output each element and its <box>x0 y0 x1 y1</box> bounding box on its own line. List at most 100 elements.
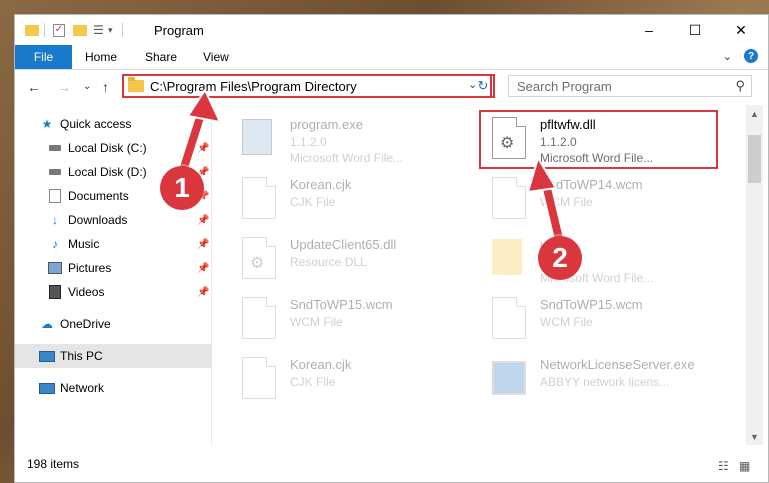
file-type: WCM File <box>540 195 593 209</box>
sidebar-item-label: Downloads <box>68 213 128 227</box>
tab-view[interactable]: View <box>203 45 229 69</box>
gear-icon: ⚙ <box>250 255 265 272</box>
computer-icon <box>39 349 55 363</box>
file-item[interactable]: SndToWP15.wcm WCM File <box>482 289 722 345</box>
file-type: ABBYY network licens... <box>540 375 670 389</box>
sidebar-item-videos[interactable]: Videos 📌 <box>15 280 211 304</box>
search-icon: ⚲ <box>735 78 745 93</box>
music-icon: ♪ <box>52 237 58 251</box>
callout-2: 2 <box>538 236 582 280</box>
sidebar-item-label: Documents <box>68 189 129 203</box>
new-folder-icon[interactable] <box>73 22 87 38</box>
divider <box>44 23 45 37</box>
file-item[interactable]: SndToWP14.wcm WCM File <box>482 169 722 225</box>
file-name: Korean.cjk <box>290 357 352 372</box>
pin-icon[interactable]: 📌 <box>197 215 209 226</box>
search-placeholder: Search Program <box>517 79 612 94</box>
maximize-button[interactable]: ☐ <box>672 15 718 45</box>
sidebar-item-label: This PC <box>60 349 103 363</box>
file-item[interactable]: Korean.cjk CJK File <box>232 169 472 225</box>
item-count: 198 items <box>27 457 80 471</box>
chevron-down-icon[interactable]: ▾ <box>108 22 113 38</box>
tiles-view-icon[interactable]: ▦ <box>739 459 755 473</box>
sidebar-item-label: Quick access <box>60 117 132 131</box>
file-item[interactable]: ⚙ UpdateClient65.dll Resource DLL <box>232 229 472 285</box>
refresh-button[interactable]: ↻ <box>473 74 495 98</box>
file-icon <box>238 175 278 219</box>
scroll-down-icon[interactable]: ▼ <box>746 428 763 445</box>
file-icon <box>488 295 528 339</box>
properties-icon[interactable]: ✓ <box>53 22 65 38</box>
sidebar-item-label: Local Disk (D:) <box>68 165 147 179</box>
drive-icon <box>47 165 63 179</box>
download-icon: ↓ <box>52 213 58 227</box>
pin-icon[interactable]: 📌 <box>197 287 209 298</box>
file-name: SndToWP15.wcm <box>290 297 393 312</box>
sidebar-item-label: OneDrive <box>60 317 111 331</box>
sidebar-item-label: Local Disk (C:) <box>68 141 147 155</box>
search-input[interactable]: Search Program ⚲ <box>508 75 752 97</box>
sidebar-item-onedrive[interactable]: ☁ OneDrive <box>15 312 211 336</box>
file-name: program.exe <box>290 117 363 132</box>
up-icon[interactable]: ↑ <box>102 79 109 95</box>
tab-file[interactable]: File <box>15 45 72 69</box>
file-item[interactable]: Korean.cjk CJK File <box>232 349 472 405</box>
folder-icon <box>25 22 39 38</box>
divider <box>122 23 123 37</box>
sidebar-item-network[interactable]: Network <box>15 376 211 400</box>
scrollbar-thumb[interactable] <box>748 135 761 183</box>
file-item[interactable]: SndToWP15.wcm WCM File <box>232 289 472 345</box>
file-name: SndToWP14.wcm <box>540 177 643 192</box>
sidebar-item-pictures[interactable]: Pictures 📌 <box>15 256 211 280</box>
help-icon[interactable]: ? <box>744 49 758 63</box>
folder-icon <box>488 235 528 279</box>
file-item[interactable]: ufo Microsoft Word File... <box>482 229 722 285</box>
expand-ribbon-icon[interactable]: ⌄ <box>723 50 732 63</box>
file-item[interactable]: program.exe 1.1.2.0 Microsoft Word File.… <box>232 109 472 165</box>
pin-icon[interactable]: 📌 <box>197 143 209 154</box>
sidebar-item-quick-access[interactable]: ★ Quick access <box>15 112 211 136</box>
videos-icon <box>47 285 63 299</box>
highlight-box <box>479 110 718 169</box>
status-bar: 198 items ☷ ▦ <box>15 451 768 482</box>
back-icon[interactable]: ← <box>27 79 41 95</box>
address-path: C:\Program Files\Program Directory <box>150 79 357 94</box>
drive-icon <box>47 141 63 155</box>
cloud-icon: ☁ <box>41 317 53 331</box>
tab-home[interactable]: Home <box>85 45 117 69</box>
forward-icon[interactable]: → <box>57 79 71 95</box>
file-type: WCM File <box>540 315 593 329</box>
folder-icon <box>128 77 144 92</box>
star-icon: ★ <box>41 117 53 131</box>
sidebar-item-music[interactable]: ♪ Music 📌 <box>15 232 211 256</box>
file-icon <box>238 355 278 399</box>
file-type: WCM File <box>290 315 343 329</box>
file-name: SndToWP15.wcm <box>540 297 643 312</box>
tab-share[interactable]: Share <box>145 45 177 69</box>
file-name: NetworkLicenseServer.exe <box>540 357 695 372</box>
explorer-window: ✓ ☰ ▾ Program – ☐ ✕ File Home Share View… <box>14 14 769 483</box>
file-icon <box>238 295 278 339</box>
file-item[interactable]: NetworkLicenseServer.exe ABBYY network l… <box>482 349 722 405</box>
address-row: ← → ⌄ ↑ C:\Program Files\Program Directo… <box>15 70 768 104</box>
details-view-icon[interactable]: ☷ <box>718 459 734 473</box>
scroll-up-icon[interactable]: ▲ <box>746 105 763 122</box>
customize-icon[interactable]: ☰ <box>93 22 104 38</box>
close-button[interactable]: ✕ <box>718 15 764 45</box>
recent-locations-icon[interactable]: ⌄ <box>83 81 91 92</box>
file-icon <box>488 175 528 219</box>
address-bar[interactable]: C:\Program Files\Program Directory ⌄ <box>122 74 492 98</box>
sidebar-item-downloads[interactable]: ↓ Downloads 📌 <box>15 208 211 232</box>
sidebar-item-label: Music <box>68 237 100 251</box>
sidebar-item-local-disk-c[interactable]: Local Disk (C:) 📌 <box>15 136 211 160</box>
network-icon <box>39 381 55 395</box>
pin-icon[interactable]: 📌 <box>197 263 209 274</box>
documents-icon <box>47 189 63 203</box>
file-name: UpdateClient65.dll <box>290 237 397 252</box>
window-title: Program <box>154 23 204 38</box>
pin-icon[interactable]: 📌 <box>197 239 209 250</box>
vertical-scrollbar[interactable]: ▲ ▼ <box>746 105 763 445</box>
sidebar-item-this-pc[interactable]: This PC <box>15 344 211 368</box>
exe-file-icon <box>238 115 278 159</box>
minimize-button[interactable]: – <box>626 15 672 45</box>
